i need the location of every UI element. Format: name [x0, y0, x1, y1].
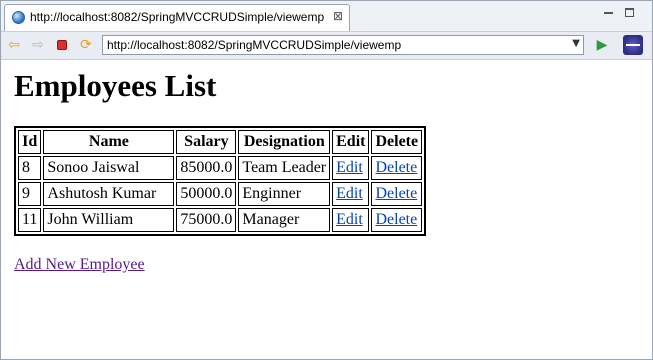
table-row: 11 John William 75000.0 Manager Edit Del… [18, 208, 423, 232]
cell-name: Ashutosh Kumar [43, 182, 175, 206]
delete-link[interactable]: Delete [375, 159, 417, 176]
cell-delete: Delete [371, 208, 423, 232]
cell-id: 8 [18, 156, 42, 180]
column-header-delete: Delete [371, 130, 423, 154]
chevron-down-icon[interactable]: ▼ [572, 38, 580, 49]
column-header-name: Name [43, 130, 175, 154]
employees-table: Id Name Salary Designation Edit Delete 8… [14, 126, 427, 236]
maximize-icon[interactable] [625, 7, 637, 19]
column-header-designation: Designation [238, 130, 331, 154]
page-title: Employees List [14, 68, 217, 103]
cell-edit: Edit [332, 182, 370, 206]
cell-designation: Manager [238, 208, 331, 232]
back-arrow-icon[interactable]: ⇦ [5, 36, 23, 54]
address-bar[interactable]: ▼ [102, 35, 584, 55]
eclipse-icon[interactable] [623, 35, 643, 55]
cell-salary: 50000.0 [176, 182, 237, 206]
tab-bar: http://localhost:8082/SpringMVCCRUDSimpl… [1, 1, 652, 32]
stop-icon[interactable] [53, 36, 71, 54]
column-header-id: Id [18, 130, 42, 154]
edit-link[interactable]: Edit [336, 159, 363, 176]
browser-tab[interactable]: http://localhost:8082/SpringMVCCRUDSimpl… [4, 4, 350, 31]
add-new-employee-link[interactable]: Add New Employee [14, 256, 145, 274]
url-input[interactable] [107, 37, 563, 53]
cell-designation: Team Leader [238, 156, 331, 180]
close-tab-icon[interactable]: ⊠ [333, 9, 343, 23]
tab-title: http://localhost:8082/SpringMVCCRUDSimpl… [30, 10, 325, 24]
delete-link[interactable]: Delete [375, 211, 417, 228]
browser-toolbar: ⇦ ⇨ ⟳ ▼ ▶ [1, 32, 652, 60]
edit-link[interactable]: Edit [336, 211, 363, 228]
cell-salary: 85000.0 [176, 156, 237, 180]
delete-link[interactable]: Delete [375, 185, 417, 202]
cell-delete: Delete [371, 182, 423, 206]
forward-arrow-icon[interactable]: ⇨ [29, 36, 47, 54]
cell-id: 9 [18, 182, 42, 206]
cell-designation: Enginner [238, 182, 331, 206]
refresh-icon[interactable]: ⟳ [77, 36, 95, 54]
table-row: 8 Sonoo Jaiswal 85000.0 Team Leader Edit… [18, 156, 423, 180]
column-header-salary: Salary [176, 130, 237, 154]
browser-window: http://localhost:8082/SpringMVCCRUDSimpl… [0, 0, 653, 360]
go-icon[interactable]: ▶ [593, 36, 611, 54]
table-row: 9 Ashutosh Kumar 50000.0 Enginner Edit D… [18, 182, 423, 206]
cell-edit: Edit [332, 208, 370, 232]
cell-delete: Delete [371, 156, 423, 180]
cell-edit: Edit [332, 156, 370, 180]
page-content: Employees List Id Name Salary Designatio… [1, 60, 652, 359]
globe-icon [12, 11, 25, 24]
cell-id: 11 [18, 208, 42, 232]
table-header-row: Id Name Salary Designation Edit Delete [18, 130, 423, 154]
column-header-edit: Edit [332, 130, 370, 154]
cell-name: Sonoo Jaiswal [43, 156, 175, 180]
edit-link[interactable]: Edit [336, 185, 363, 202]
minimize-icon[interactable] [603, 7, 615, 19]
cell-salary: 75000.0 [176, 208, 237, 232]
cell-name: John William [43, 208, 175, 232]
